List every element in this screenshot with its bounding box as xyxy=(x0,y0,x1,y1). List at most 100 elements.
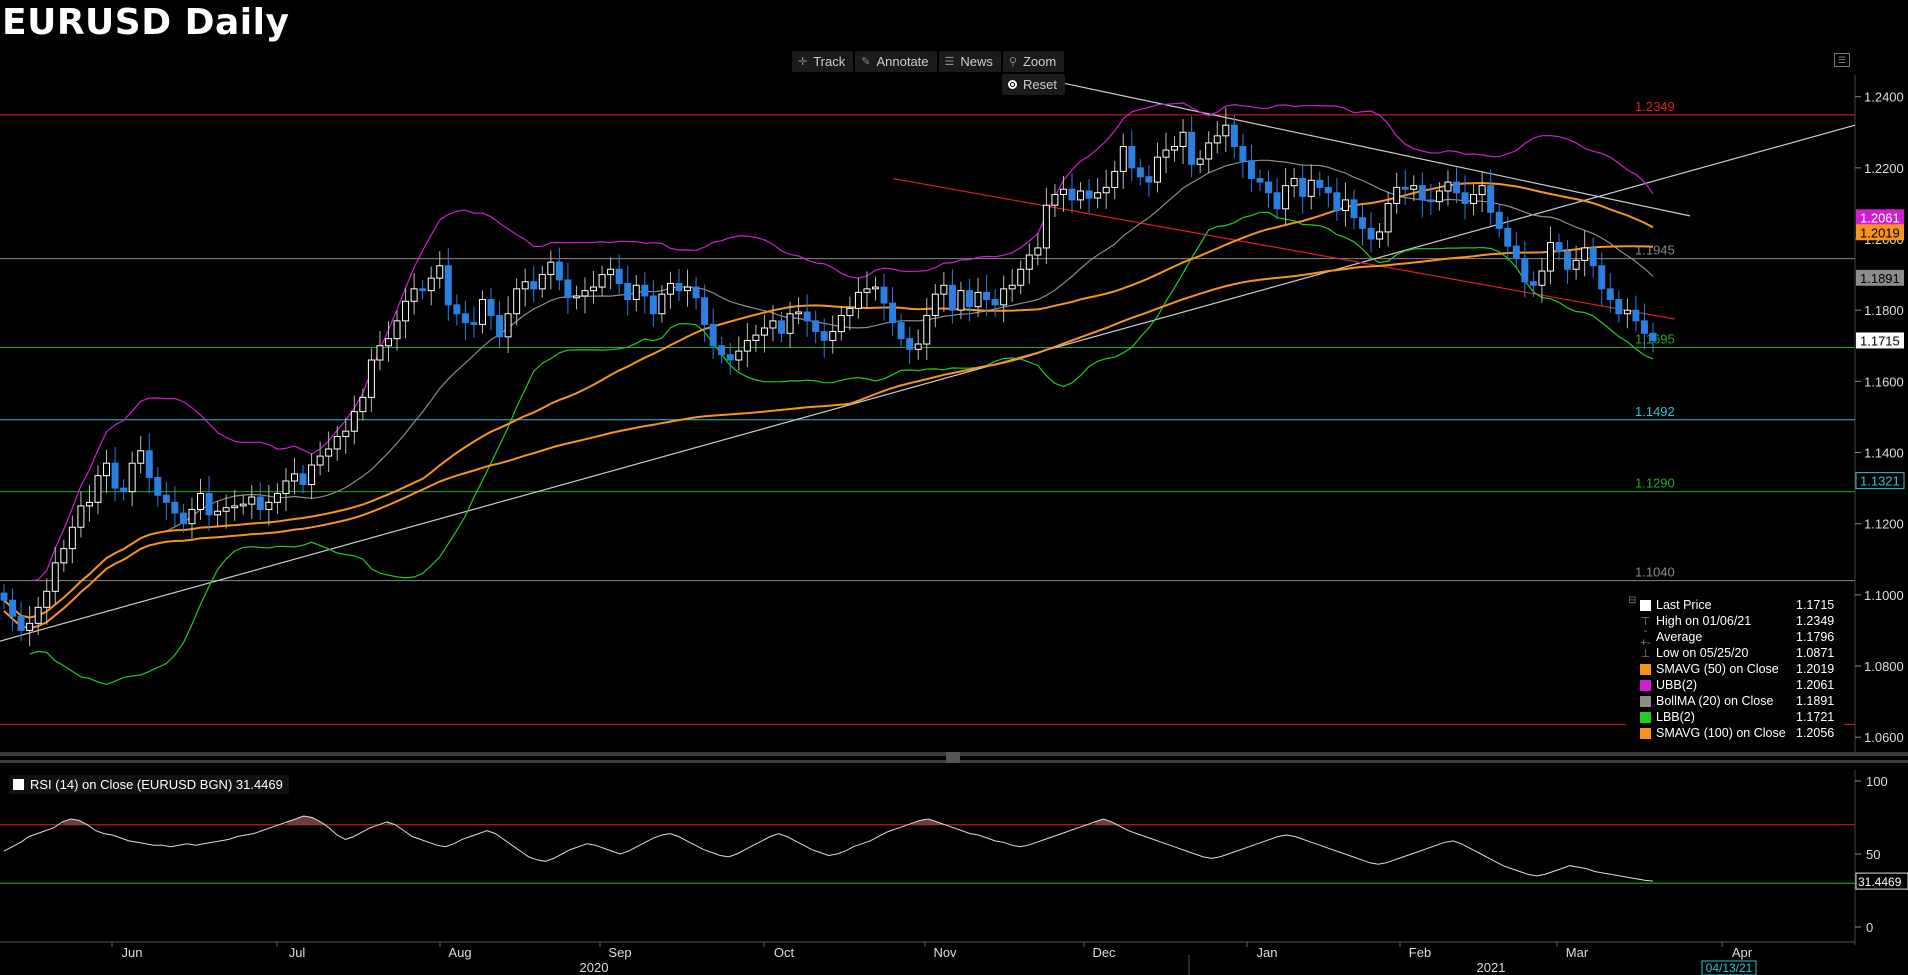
track-button[interactable]: ✛ Track xyxy=(792,51,854,72)
candle-body xyxy=(1017,268,1025,286)
falling-trendline xyxy=(1059,81,1691,217)
candle-body xyxy=(316,455,324,466)
candle-body xyxy=(726,354,734,361)
candle-body xyxy=(470,322,478,325)
chart-title: EURUSD Daily xyxy=(2,2,290,43)
candle-body xyxy=(359,396,367,413)
panel-menu-icon[interactable]: ☰ xyxy=(1834,53,1850,67)
magnifier-icon: ⚲ xyxy=(1008,56,1017,68)
candle-body xyxy=(965,290,973,308)
candle-body xyxy=(496,315,504,338)
candle-body xyxy=(1418,185,1426,201)
candle-body xyxy=(863,288,871,293)
candle-body xyxy=(1581,247,1589,261)
candle-body xyxy=(572,295,580,299)
x-month-label: Jul xyxy=(289,945,306,960)
legend-label: BollMA (20) on Close xyxy=(1656,694,1774,708)
candle-body xyxy=(555,261,563,281)
candle-body xyxy=(1085,190,1093,199)
candle-body xyxy=(1521,258,1529,283)
candle-body xyxy=(820,331,828,341)
legend-row: Last Price 1.1715 xyxy=(1626,597,1844,613)
candle-body xyxy=(530,281,538,290)
candle-body xyxy=(1546,242,1554,272)
candle-body xyxy=(34,606,42,624)
candle-body xyxy=(453,304,461,315)
level-label: 1.2349 xyxy=(1635,99,1675,114)
candle-body xyxy=(461,313,469,324)
legend-row: ⊤ High on 01/06/21 1.2349 xyxy=(1626,613,1844,629)
candle-body xyxy=(1564,250,1572,270)
legend-value: 1.0871 xyxy=(1796,646,1835,660)
candle-body xyxy=(248,496,256,505)
candle-body xyxy=(154,476,162,496)
rsi-label: RSI (14) on Close (EURUSD BGN) 31.4469 xyxy=(9,775,289,794)
news-button[interactable]: ☰ News xyxy=(938,51,1001,72)
candle-body xyxy=(521,281,529,290)
candle-body xyxy=(214,510,222,516)
legend-glyph-icon: ⊥ xyxy=(1640,647,1651,660)
candle-body xyxy=(1393,186,1401,204)
x-month-label: Aug xyxy=(448,945,471,960)
candle-body xyxy=(504,313,512,338)
candle-body xyxy=(1051,194,1059,206)
reset-button[interactable]: Reset xyxy=(1002,74,1065,95)
candle-body xyxy=(1273,192,1281,210)
candle-body xyxy=(872,286,879,290)
candle-body xyxy=(991,299,999,306)
candle-body xyxy=(1435,190,1443,203)
candle-body xyxy=(1461,192,1469,204)
upper-bollinger-line xyxy=(29,102,1654,582)
candle-body xyxy=(906,338,914,350)
level-label: 1.1492 xyxy=(1635,404,1675,419)
candle-body xyxy=(43,590,51,608)
legend-row: LBB(2) 1.1721 xyxy=(1626,709,1844,725)
price-axis-label: 1.1800 xyxy=(1864,303,1904,318)
candle-body xyxy=(111,462,119,489)
candle-body xyxy=(1119,146,1127,172)
price-tag-label: 1.1715 xyxy=(1860,333,1900,348)
candle-body xyxy=(1359,217,1366,229)
legend-row: SMAVG (50) on Close 1.2019 xyxy=(1626,661,1844,677)
price-axis-label: 1.0800 xyxy=(1864,659,1904,674)
annotate-button[interactable]: ✎ Annotate xyxy=(855,51,937,72)
candle-body xyxy=(538,274,546,290)
candle-body xyxy=(1179,131,1187,148)
legend-row: UBB(2) 1.2061 xyxy=(1626,677,1844,693)
candle-body xyxy=(384,338,392,347)
candle-body xyxy=(1555,242,1563,252)
candle-body xyxy=(513,288,521,315)
candle-body xyxy=(1111,170,1119,188)
candle-body xyxy=(829,331,837,341)
candle-body xyxy=(1290,178,1298,187)
candle-body xyxy=(709,323,717,347)
price-tag-label: 1.2019 xyxy=(1860,225,1900,240)
candle-body xyxy=(1171,146,1179,151)
candle-body xyxy=(179,512,187,525)
candle-body xyxy=(718,345,726,356)
candle-body xyxy=(837,315,845,333)
price-chart[interactable]: 1.23491.19451.16951.14921.12901.10401.24… xyxy=(0,0,1908,975)
candle-body xyxy=(436,265,444,279)
candle-body xyxy=(1068,188,1076,201)
candle-body xyxy=(1213,135,1221,144)
candle-body xyxy=(1299,178,1307,197)
candle-body xyxy=(1205,142,1213,160)
legend-value: 1.1715 xyxy=(1796,598,1835,612)
legend-value: 1.2056 xyxy=(1796,726,1835,740)
candle-body xyxy=(786,313,794,334)
candle-body xyxy=(1025,254,1033,270)
zoom-button[interactable]: ⚲ Zoom xyxy=(1002,51,1065,72)
legend-swatch xyxy=(1640,599,1651,611)
candle-body xyxy=(1333,192,1341,212)
candle-body xyxy=(128,462,136,493)
news-icon: ☰ xyxy=(944,56,955,68)
candle-body xyxy=(350,411,358,432)
candle-body xyxy=(948,284,956,311)
candle-body xyxy=(1512,245,1520,260)
candle-body xyxy=(487,299,495,317)
candle-body xyxy=(94,475,102,503)
candle-body xyxy=(1350,199,1358,219)
candle-body xyxy=(1615,299,1623,315)
candle-body xyxy=(889,302,897,324)
